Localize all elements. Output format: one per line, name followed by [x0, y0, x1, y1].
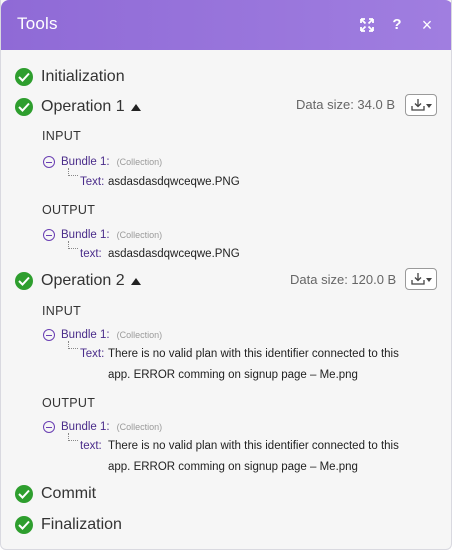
download-dropdown-button[interactable]: [405, 268, 437, 290]
check-circle-icon: [15, 516, 33, 534]
bundle-row: Bundle 1: (Collection): [43, 327, 162, 343]
field-value: There is no valid plan with this identif…: [108, 440, 399, 452]
step-label: Initialization: [41, 68, 125, 85]
check-circle-icon: [15, 68, 33, 86]
field-value-continued: app. ERROR comming on signup page – Me.p…: [108, 461, 358, 473]
field-value-continued: app. ERROR comming on signup page – Me.p…: [108, 369, 358, 381]
step-label: Operation 1: [41, 98, 125, 115]
collapse-caret-icon[interactable]: [130, 277, 141, 285]
bundle-type: (Collection): [116, 330, 163, 340]
data-size-label: Data size: 34.0 B: [296, 97, 395, 112]
field-value: asdasdasdqwceqwe.PNG: [108, 176, 240, 188]
check-circle-icon: [15, 272, 33, 290]
field-key: text:: [80, 440, 102, 452]
field-value: There is no valid plan with this identif…: [108, 348, 399, 360]
download-icon: [411, 273, 425, 285]
field-value: asdasdasdqwceqwe.PNG: [108, 248, 240, 260]
tree-connector: [68, 433, 78, 441]
step-operation-1: Operation 1: [15, 96, 141, 118]
input-label: INPUT: [42, 129, 81, 143]
step-label: Commit: [41, 485, 97, 502]
data-size-label: Data size: 120.0 B: [290, 272, 397, 287]
bundle-type: (Collection): [116, 422, 163, 432]
step-operation-2: Operation 2: [15, 270, 141, 292]
output-label: OUTPUT: [42, 396, 96, 410]
chevron-down-icon: [426, 278, 432, 282]
bundle-name: Bundle 1:: [61, 229, 110, 241]
input-label: INPUT: [42, 304, 81, 318]
output-label: OUTPUT: [42, 203, 96, 217]
bundle-type: (Collection): [116, 157, 163, 167]
tree-connector: [68, 168, 78, 176]
step-initialization: Initialization: [15, 66, 125, 88]
bundle-name: Bundle 1:: [61, 421, 110, 433]
bundle-name: Bundle 1:: [61, 156, 110, 168]
tree-connector: [68, 341, 78, 349]
bundle-row: Bundle 1: (Collection): [43, 227, 162, 243]
step-label: Finalization: [41, 516, 122, 533]
collapse-toggle-icon[interactable]: [43, 156, 55, 168]
step-label: Operation 2: [41, 272, 125, 289]
bundle-row: Bundle 1: (Collection): [43, 419, 162, 435]
tree-connector: [68, 241, 78, 249]
bundle-name: Bundle 1:: [61, 329, 110, 341]
download-icon: [411, 99, 425, 111]
collapse-toggle-icon[interactable]: [43, 329, 55, 341]
field-key: Text:: [80, 176, 105, 188]
bundle-row: Bundle 1: (Collection): [43, 154, 162, 170]
collapse-caret-icon[interactable]: [130, 103, 141, 111]
panel-header: Tools ? ×: [1, 0, 451, 50]
close-button[interactable]: ×: [415, 13, 439, 37]
check-circle-icon: [15, 485, 33, 503]
collapse-toggle-icon[interactable]: [43, 229, 55, 241]
field-key: text:: [80, 248, 102, 260]
expand-icon[interactable]: [355, 13, 379, 37]
help-button[interactable]: ?: [385, 13, 409, 37]
tools-panel: Tools ? × Initialization Operation 1 Dat…: [0, 0, 452, 550]
chevron-down-icon: [426, 104, 432, 108]
collapse-toggle-icon[interactable]: [43, 421, 55, 433]
bundle-type: (Collection): [116, 230, 163, 240]
check-circle-icon: [15, 98, 33, 116]
field-key: Text:: [80, 348, 105, 360]
download-dropdown-button[interactable]: [405, 94, 437, 116]
step-commit: Commit: [15, 483, 96, 505]
panel-title: Tools: [17, 14, 58, 33]
step-finalization: Finalization: [15, 514, 122, 536]
